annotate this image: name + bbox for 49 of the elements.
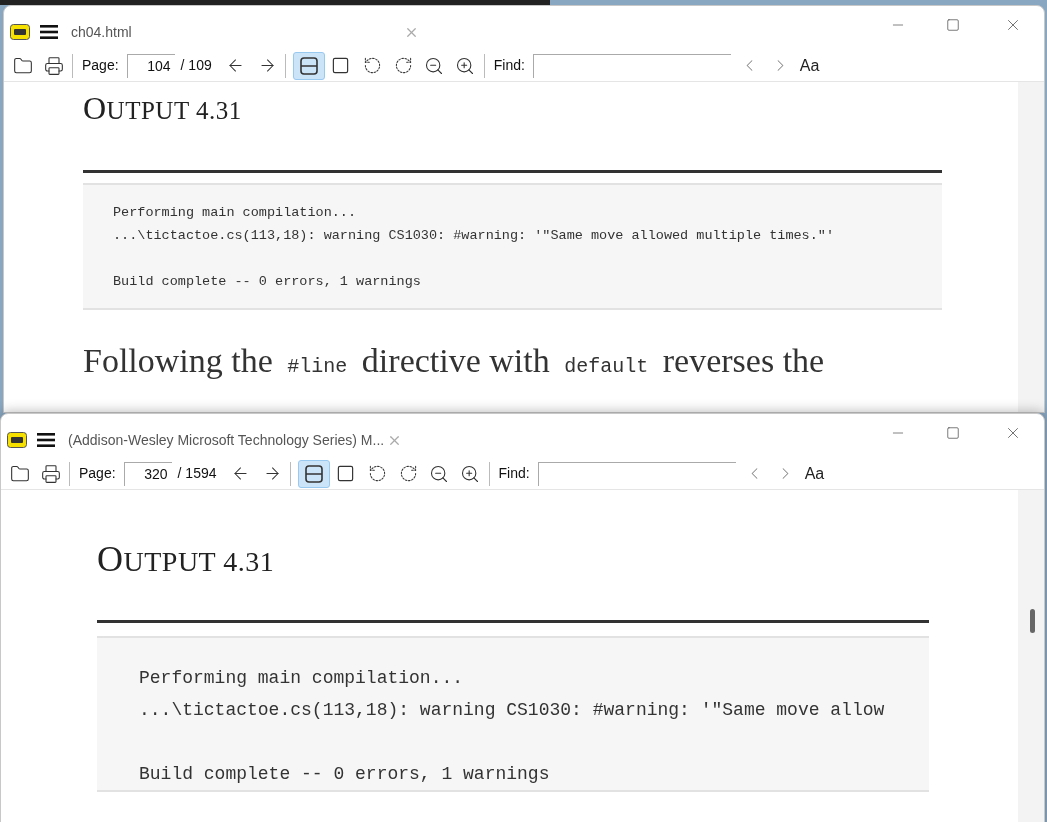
find-field[interactable] — [532, 53, 731, 78]
continuous-view-button[interactable] — [297, 459, 330, 488]
zoom-in-icon[interactable] — [459, 463, 480, 484]
section-heading: OUTPUT 4.31 — [97, 538, 276, 574]
scrollbar[interactable] — [1018, 490, 1044, 822]
continuous-view-icon — [303, 463, 324, 484]
single-page-icon — [331, 56, 351, 75]
page-number-field[interactable]: 104 — [126, 53, 175, 78]
open-folder-icon[interactable] — [13, 55, 33, 76]
tab-title[interactable]: ch04.html — [71, 21, 132, 43]
zoom-in-icon[interactable] — [454, 55, 475, 76]
single-page-icon — [336, 464, 356, 483]
body-paragraph: Following the #line directive with default reverses the — [83, 341, 826, 381]
page-total: / 1594 — [177, 464, 217, 483]
code-line: Build complete -- 0 errors, 1 warnings — [113, 273, 421, 291]
page-total: / 109 — [180, 56, 212, 75]
rotate-right-icon[interactable] — [393, 56, 413, 75]
match-case-button[interactable]: Aa — [804, 461, 825, 486]
rotate-left-icon[interactable] — [362, 56, 382, 75]
tab-title[interactable]: (Addison-Wesley Microsoft Technology Series) M... — [68, 429, 385, 451]
open-folder-icon[interactable] — [10, 463, 30, 484]
maximize-icon[interactable] — [946, 18, 960, 32]
code-line: ...\tictactoe.cs(113,18): warning CS1030: #warning: '"Same move allow — [139, 699, 885, 722]
zoom-out-icon[interactable] — [428, 463, 449, 484]
scrollbar[interactable] — [1018, 82, 1044, 412]
maximize-icon[interactable] — [946, 426, 960, 440]
code-line: Build complete -- 0 errors, 1 warnings — [139, 763, 550, 786]
rotate-left-icon[interactable] — [367, 464, 387, 483]
continuous-view-button[interactable] — [292, 51, 325, 80]
print-icon[interactable] — [41, 463, 61, 484]
find-label: Find: — [493, 56, 525, 75]
find-field[interactable] — [537, 461, 736, 486]
print-icon[interactable] — [44, 55, 64, 76]
zoom-out-icon[interactable] — [423, 55, 444, 76]
page-label: Page: — [79, 464, 116, 483]
page-label: Page: — [82, 56, 119, 75]
code-line: Performing main compilation... — [139, 667, 464, 690]
match-case-button[interactable]: Aa — [799, 53, 820, 78]
find-label: Find: — [498, 464, 530, 483]
pdf-logo-icon — [7, 432, 27, 448]
section-heading: OUTPUT 4.31 — [83, 89, 243, 120]
code-line: Performing main compilation... — [113, 204, 357, 222]
rotate-right-icon[interactable] — [398, 464, 418, 483]
continuous-view-icon — [298, 55, 319, 76]
pdf-logo-icon — [10, 24, 30, 40]
page-number-field[interactable]: 320 — [123, 461, 172, 486]
menu-icon[interactable] — [37, 432, 55, 448]
code-line: ...\tictactoe.cs(113,18): warning CS1030: #warning: '"Same move allowed multiple times."' — [113, 227, 835, 245]
menu-icon[interactable] — [40, 24, 58, 40]
